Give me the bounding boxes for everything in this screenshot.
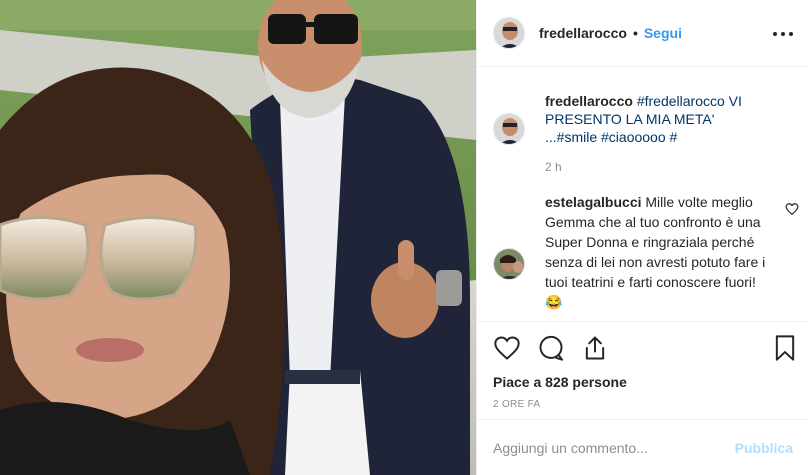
action-icons — [493, 334, 795, 364]
likes-count[interactable]: Piace a 828 persone — [493, 374, 627, 390]
publish-button[interactable]: Pubblica — [735, 440, 793, 456]
selfie-photo — [0, 0, 476, 475]
commenter-avatar[interactable] — [493, 248, 525, 280]
caption-age: 2 h — [545, 160, 562, 174]
comment-icon[interactable] — [537, 334, 565, 362]
post-photo[interactable] — [0, 0, 476, 475]
header-separator: • — [632, 25, 638, 41]
share-icon[interactable] — [581, 334, 609, 362]
post-panel: fredellarocco • Segui fredellarocco #fre… — [476, 0, 808, 475]
caption-username[interactable]: fredellarocco — [545, 93, 633, 109]
post-header: fredellarocco • Segui — [477, 0, 808, 67]
comment-item: estelagalbucci Mille volte meglio Gemma … — [493, 192, 799, 312]
post-timestamp[interactable]: 2 ORE FA — [493, 399, 540, 410]
author-avatar[interactable] — [493, 17, 525, 49]
add-comment-bar: Pubblica — [477, 419, 808, 475]
comment-input[interactable] — [493, 439, 735, 456]
author-username[interactable]: fredellarocco — [539, 25, 627, 41]
follow-button[interactable]: Segui — [644, 25, 682, 41]
comment-body: Mille volte meglio Gemma che al tuo conf… — [545, 194, 766, 310]
caption-text: fredellarocco #fredellarocco VI PRESENTO… — [545, 92, 769, 146]
caption-avatar[interactable] — [493, 113, 525, 145]
comment-text: estelagalbucci Mille volte meglio Gemma … — [545, 192, 771, 312]
bookmark-icon[interactable] — [771, 334, 799, 362]
small-heart-icon[interactable] — [785, 202, 799, 216]
more-options-icon[interactable] — [773, 24, 793, 44]
comments-section: fredellarocco #fredellarocco VI PRESENTO… — [477, 68, 808, 320]
comment-username[interactable]: estelagalbucci — [545, 194, 642, 210]
post-caption: fredellarocco #fredellarocco VI PRESENTO… — [493, 92, 793, 174]
heart-icon[interactable] — [493, 334, 521, 362]
